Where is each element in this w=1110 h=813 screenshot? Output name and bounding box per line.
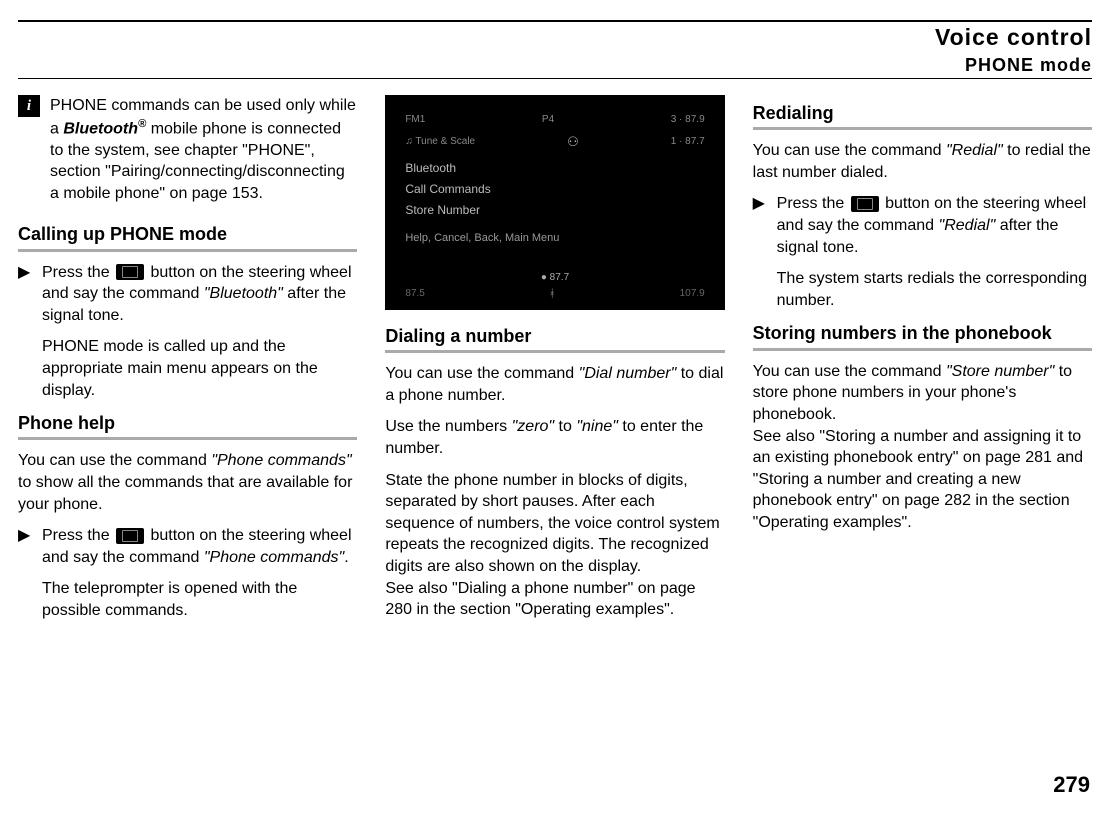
section-title-phone-help: Phone help (18, 411, 357, 440)
command-dial-number: "Dial number" (579, 365, 677, 382)
paragraph: You can use the command "Dial number" to… (385, 363, 724, 406)
menu-item-store-number: Store Number (405, 202, 704, 218)
info-text: PHONE commands can be used only while a … (50, 95, 357, 204)
t: Use the numbers (385, 418, 511, 435)
registered-mark: ® (138, 118, 146, 130)
column-1: i PHONE commands can be used only while … (18, 95, 357, 632)
section-title-calling-phone-mode: Calling up PHONE mode (18, 222, 357, 251)
section-title-storing: Storing numbers in the phonebook (753, 321, 1092, 350)
command-bluetooth: "Bluetooth" (204, 285, 283, 302)
running-head: Voice control (18, 24, 1092, 51)
freq-label: 3 · 87.9 (671, 113, 705, 127)
command-zero: "zero" (512, 418, 554, 435)
info-note: i PHONE commands can be used only while … (18, 95, 357, 204)
t: Press the (777, 195, 849, 212)
step-marker-icon: ▶ (753, 193, 767, 258)
screenshot-top-row: FM1 P4 3 · 87.9 (405, 113, 704, 127)
column-3: Redialing You can use the command "Redia… (753, 95, 1092, 632)
info-icon: i (18, 95, 40, 117)
t-left: ♫ Tune & Scale (405, 135, 475, 149)
tune-label: Tune & Scale (415, 136, 475, 147)
command-redial: "Redial" (939, 217, 996, 234)
menu-item-bluetooth: Bluetooth (405, 160, 704, 176)
t: You can use the command (18, 452, 211, 469)
display-screenshot: FM1 P4 3 · 87.9 ♫ Tune & Scale ⚇ 1 · 87.… (385, 95, 724, 310)
step-row: ▶ Press the button on the steering wheel… (753, 193, 1092, 258)
step-text: Press the button on the steering wheel a… (42, 262, 357, 327)
command-store-number: "Store number" (946, 363, 1054, 380)
step-result: The teleprompter is opened with the poss… (42, 578, 357, 621)
freq-max: 107.9 (680, 287, 705, 302)
t: See also "Dialing a phone number" on pag… (385, 580, 695, 619)
paragraph: Use the numbers "zero" to "nine" to ente… (385, 416, 724, 459)
step-row: ▶ Press the button on the steering wheel… (18, 525, 357, 568)
command-redial: "Redial" (946, 142, 1003, 159)
section-head: PHONE mode (18, 55, 1092, 76)
paragraph: You can use the command "Store number" t… (753, 361, 1092, 534)
t: You can use the command (753, 142, 946, 159)
freq2-label: 1 · 87.7 (671, 135, 705, 149)
current-freq: ● 87.7 (541, 271, 569, 285)
t: You can use the command (385, 365, 578, 382)
section-title-dialing: Dialing a number (385, 324, 724, 353)
bluetooth-word: Bluetooth (63, 120, 138, 137)
paragraph: You can use the command "Redial" to redi… (753, 140, 1092, 183)
page-number: 279 (1053, 772, 1090, 798)
voice-button-icon (851, 196, 879, 212)
mode-label: FM1 (405, 113, 425, 127)
step-result: PHONE mode is called up and the appropri… (42, 336, 357, 401)
command-nine: "nine" (576, 418, 618, 435)
section-title-redialing: Redialing (753, 101, 1092, 130)
step-text: Press the button on the steering wheel a… (42, 525, 357, 568)
paragraph: You can use the command "Phone commands"… (18, 450, 357, 515)
t: State the phone number in blocks of digi… (385, 472, 719, 575)
paragraph: State the phone number in blocks of digi… (385, 470, 724, 621)
step-text: Press the button on the steering wheel a… (777, 193, 1092, 258)
bluetooth-icon: ᚼ (549, 287, 556, 302)
t: . (344, 549, 348, 566)
voice-button-icon (116, 528, 144, 544)
preset-label: P4 (542, 113, 554, 127)
step-marker-icon: ▶ (18, 262, 32, 327)
page-header: Voice control PHONE mode (18, 20, 1092, 79)
screenshot-bottom-row: 87.5 ᚼ 107.9 (405, 287, 704, 302)
command-phone-commands: "Phone commands" (204, 549, 344, 566)
help-line: Help, Cancel, Back, Main Menu (405, 231, 704, 246)
command-phone-commands: "Phone commands" (211, 452, 351, 469)
step-result: The system starts redials the correspond… (777, 268, 1092, 311)
freq-min: 87.5 (405, 287, 424, 302)
t: Press the (42, 527, 114, 544)
menu-item-call-commands: Call Commands (405, 181, 704, 197)
step-row: ▶ Press the button on the steering wheel… (18, 262, 357, 327)
column-2: FM1 P4 3 · 87.9 ♫ Tune & Scale ⚇ 1 · 87.… (385, 95, 724, 632)
voice-button-icon (116, 264, 144, 280)
t: to show all the commands that are availa… (18, 474, 352, 513)
step-marker-icon: ▶ (18, 525, 32, 568)
screenshot-line2: ♫ Tune & Scale ⚇ 1 · 87.7 (405, 133, 704, 151)
t: See also "Storing a number and assigning… (753, 428, 1083, 531)
t: to (554, 418, 576, 435)
voice-figure-icon: ⚇ (567, 133, 579, 151)
content-columns: i PHONE commands can be used only while … (18, 95, 1092, 632)
t: You can use the command (753, 363, 946, 380)
t: Press the (42, 264, 114, 281)
